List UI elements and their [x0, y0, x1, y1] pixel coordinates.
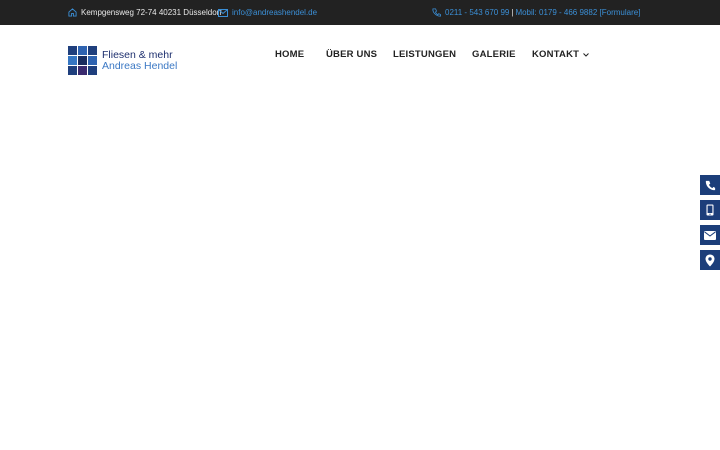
top-bar: Kempgensweg 72-74 40231 Düsseldorf info@… — [0, 0, 720, 25]
nav-item-kontakt[interactable]: KONTAKT — [532, 49, 589, 60]
address-text: Kempgensweg 72-74 40231 Düsseldorf — [81, 8, 222, 17]
topbar-address: Kempgensweg 72-74 40231 Düsseldorf — [68, 0, 222, 25]
phone-icon — [432, 8, 441, 17]
nav-item-leistungen[interactable]: LEISTUNGEN — [393, 49, 456, 60]
house-icon — [68, 8, 77, 17]
nav-item-ueber-uns[interactable]: ÜBER UNS — [326, 49, 377, 60]
nav-item-home[interactable]: HOME — [275, 49, 304, 60]
side-button-phone[interactable] — [700, 175, 720, 195]
side-button-email[interactable] — [700, 225, 720, 245]
envelope-icon — [704, 230, 716, 240]
chevron-down-icon — [583, 52, 589, 57]
nav-item-kontakt-label: KONTAKT — [532, 49, 580, 60]
map-pin-icon — [705, 254, 715, 266]
email-link[interactable]: info@andreashendel.de — [232, 8, 317, 17]
side-button-mobile[interactable] — [700, 200, 720, 220]
topbar-phone: 0211 - 543 670 99 | Mobil: 0179 - 466 98… — [432, 0, 640, 25]
main-navigation: HOME ÜBER UNS LEISTUNGEN GALERIE KONTAKT — [0, 25, 720, 85]
topbar-email[interactable]: info@andreashendel.de — [218, 0, 317, 25]
site-header: Fliesen & mehr Andreas Hendel HOME ÜBER … — [0, 25, 720, 85]
phone-separator: | — [511, 8, 514, 17]
phone-icon — [705, 180, 715, 190]
mobile-icon — [706, 204, 714, 216]
side-button-location[interactable] — [700, 250, 720, 270]
form-link[interactable]: [Formulare] — [600, 8, 641, 17]
phone-link[interactable]: 0211 - 543 670 99 — [445, 8, 509, 17]
nav-item-galerie[interactable]: GALERIE — [472, 49, 516, 60]
envelope-icon — [218, 8, 228, 17]
mobile-link[interactable]: Mobil: 0179 - 466 9882 — [515, 8, 597, 17]
